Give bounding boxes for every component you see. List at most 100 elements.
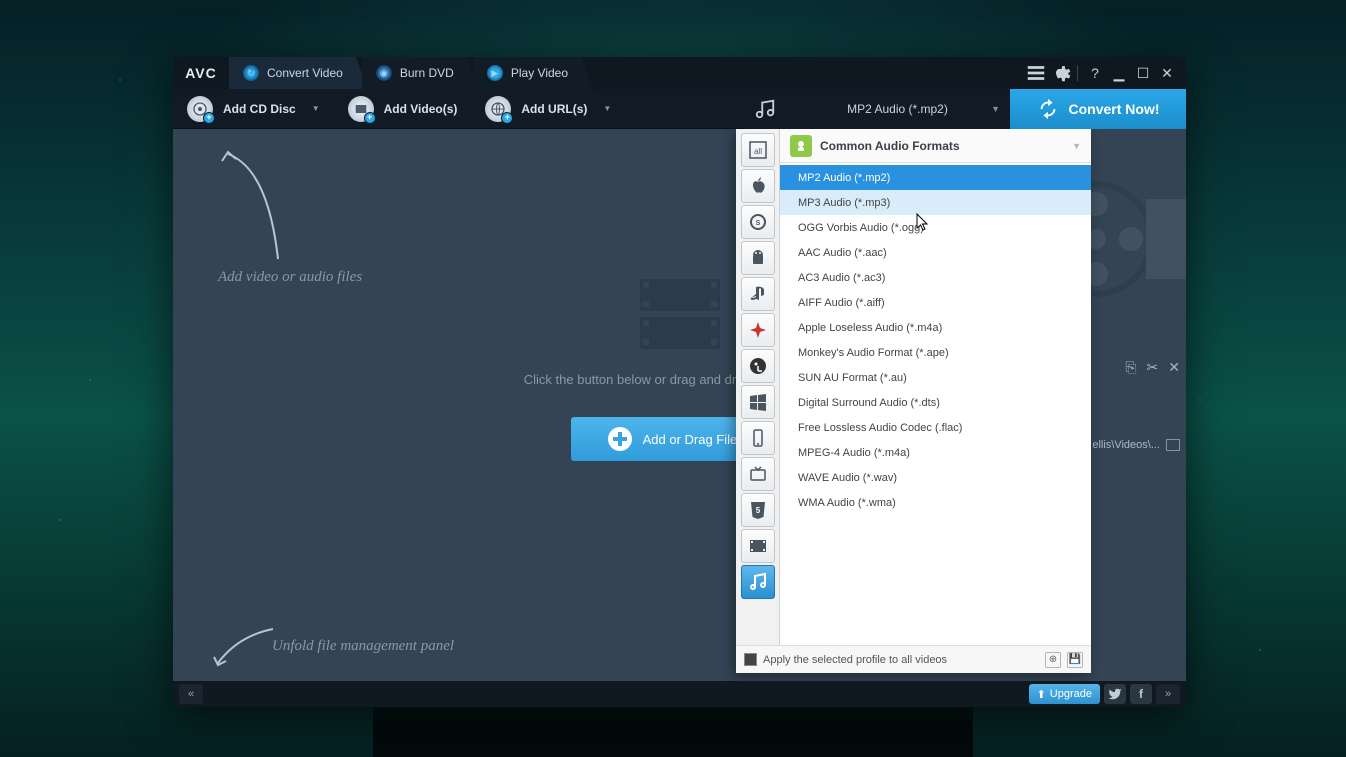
- format-header[interactable]: Common Audio Formats ▼: [780, 129, 1091, 163]
- tab-burn-dvd[interactable]: ◉ Burn DVD: [362, 57, 479, 89]
- play-icon: ▶: [487, 65, 503, 81]
- format-row[interactable]: AC3 Audio (*.ac3): [780, 265, 1091, 290]
- format-dropdown-panel: all S 5 Common A: [736, 129, 1091, 673]
- statusbar-right: ⬆ Upgrade f »: [1029, 684, 1180, 704]
- output-path-text: ellis\Videos\...: [1092, 439, 1160, 451]
- format-row[interactable]: AIFF Audio (*.aiff): [780, 290, 1091, 315]
- statusbar: « ⬆ Upgrade f »: [173, 681, 1186, 707]
- upgrade-button[interactable]: ⬆ Upgrade: [1029, 684, 1100, 704]
- globe-add-icon: +: [485, 96, 511, 122]
- main-tabs: ↻ Convert Video ◉ Burn DVD ▶ Play Video: [229, 57, 587, 89]
- category-samsung[interactable]: S: [741, 205, 775, 239]
- cut-icon[interactable]: ✂: [1147, 359, 1159, 376]
- separator: [1077, 65, 1078, 81]
- gear-icon[interactable]: [1049, 62, 1071, 84]
- category-audio[interactable]: [741, 565, 775, 599]
- category-windows[interactable]: [741, 385, 775, 419]
- footer-label: Apply the selected profile to all videos: [763, 654, 947, 666]
- panel-collapse-button[interactable]: «: [179, 684, 203, 704]
- tab-convert-video[interactable]: ↻ Convert Video: [229, 57, 368, 89]
- category-apple[interactable]: [741, 169, 775, 203]
- disc-add-icon: +: [187, 96, 213, 122]
- category-html5[interactable]: 5: [741, 493, 775, 527]
- convert-now-button[interactable]: Convert Now!: [1010, 89, 1186, 129]
- tab-label: Convert Video: [267, 66, 343, 80]
- format-row[interactable]: Digital Surround Audio (*.dts): [780, 390, 1091, 415]
- dropdown-body: all S 5 Common A: [736, 129, 1091, 645]
- twitter-button[interactable]: [1104, 684, 1126, 704]
- save-profile-icon[interactable]: 💾: [1067, 652, 1083, 668]
- chevron-down-icon: ▼: [603, 104, 611, 113]
- add-profile-icon[interactable]: ⊕: [1045, 652, 1061, 668]
- disc-icon: ◉: [376, 65, 392, 81]
- music-icon[interactable]: [745, 89, 785, 129]
- bottom-hint-text: Unfold file management panel: [272, 638, 454, 655]
- filmstrip-icon: [635, 274, 725, 354]
- format-row[interactable]: MP2 Audio (*.mp2): [780, 165, 1091, 190]
- hint-text: Add video or audio files: [218, 269, 362, 286]
- format-row[interactable]: Monkey's Audio Format (*.ape): [780, 340, 1091, 365]
- format-row[interactable]: MPEG-4 Audio (*.m4a): [780, 440, 1091, 465]
- tab-play-video[interactable]: ▶ Play Video: [473, 57, 593, 89]
- titlebar-controls: ? ▁ ☐ ✕: [1025, 62, 1186, 84]
- maximize-button[interactable]: ☐: [1132, 62, 1154, 84]
- add-urls-button[interactable]: + Add URL(s) ▼: [471, 89, 625, 129]
- tab-label: Play Video: [511, 66, 568, 80]
- svg-text:S: S: [755, 220, 760, 227]
- link-icon[interactable]: ⎘: [1125, 359, 1136, 376]
- profile-value: MP2 Audio (*.mp2): [847, 102, 948, 116]
- chevron-down-icon: ▼: [1072, 141, 1081, 151]
- format-list: MP2 Audio (*.mp2)MP3 Audio (*.mp3)OGG Vo…: [780, 163, 1091, 645]
- format-header-title: Common Audio Formats: [820, 139, 960, 153]
- titlebar: AVC ↻ Convert Video ◉ Burn DVD ▶ Play Vi…: [173, 57, 1186, 89]
- category-huawei[interactable]: [741, 313, 775, 347]
- crop-icon[interactable]: ✕: [1168, 359, 1180, 376]
- category-playstation[interactable]: [741, 277, 775, 311]
- format-row[interactable]: OGG Vorbis Audio (*.ogg): [780, 215, 1091, 240]
- folder-icon[interactable]: [1166, 439, 1180, 451]
- category-lg[interactable]: [741, 349, 775, 383]
- profile-dropdown[interactable]: MP2 Audio (*.mp2) ▼: [785, 89, 1010, 129]
- profile-selector: MP2 Audio (*.mp2) ▼ Convert Now!: [745, 89, 1186, 129]
- help-icon[interactable]: ?: [1084, 62, 1106, 84]
- list-icon[interactable]: [1025, 62, 1047, 84]
- format-row[interactable]: MP3 Audio (*.mp3): [780, 190, 1091, 215]
- edit-tools: ⎘ ✂ ✕: [1125, 359, 1180, 376]
- format-row[interactable]: WAVE Audio (*.wav): [780, 465, 1091, 490]
- category-android[interactable]: [741, 241, 775, 275]
- button-label: Add Video(s): [384, 102, 458, 116]
- audio-format-icon: [790, 135, 812, 157]
- app-logo: AVC: [173, 65, 229, 81]
- refresh-icon: ↻: [243, 65, 259, 81]
- format-row[interactable]: SUN AU Format (*.au): [780, 365, 1091, 390]
- category-all[interactable]: all: [741, 133, 775, 167]
- category-tv[interactable]: [741, 457, 775, 491]
- hint-arrow-icon: [208, 139, 308, 269]
- bottom-hint: Unfold file management panel: [208, 621, 454, 671]
- chevron-down-icon: ▼: [991, 104, 1000, 114]
- add-videos-button[interactable]: + Add Video(s): [334, 89, 472, 129]
- close-button[interactable]: ✕: [1156, 62, 1178, 84]
- minimize-button[interactable]: ▁: [1108, 62, 1130, 84]
- category-mobile[interactable]: [741, 421, 775, 455]
- svg-text:5: 5: [755, 506, 760, 515]
- facebook-button[interactable]: f: [1130, 684, 1152, 704]
- format-row[interactable]: AAC Audio (*.aac): [780, 240, 1091, 265]
- tab-label: Burn DVD: [400, 66, 454, 80]
- chevron-down-icon: ▼: [312, 104, 320, 113]
- upgrade-icon: ⬆: [1037, 688, 1046, 701]
- main-area: Add video or audio files Click the butto…: [173, 129, 1186, 681]
- apply-all-checkbox[interactable]: [744, 653, 757, 666]
- format-row[interactable]: WMA Audio (*.wma): [780, 490, 1091, 515]
- button-label: Add CD Disc: [223, 102, 296, 116]
- add-cd-disc-button[interactable]: + Add CD Disc ▼: [173, 89, 334, 129]
- format-row[interactable]: Free Lossless Audio Codec (.flac): [780, 415, 1091, 440]
- category-video[interactable]: [741, 529, 775, 563]
- category-strip: all S 5: [736, 129, 780, 645]
- button-label: Add URL(s): [521, 102, 587, 116]
- button-label: Convert Now!: [1069, 101, 1160, 117]
- panel-expand-button[interactable]: »: [1156, 684, 1180, 704]
- app-window: AVC ↻ Convert Video ◉ Burn DVD ▶ Play Vi…: [173, 57, 1186, 707]
- video-add-icon: +: [348, 96, 374, 122]
- format-row[interactable]: Apple Loseless Audio (*.m4a): [780, 315, 1091, 340]
